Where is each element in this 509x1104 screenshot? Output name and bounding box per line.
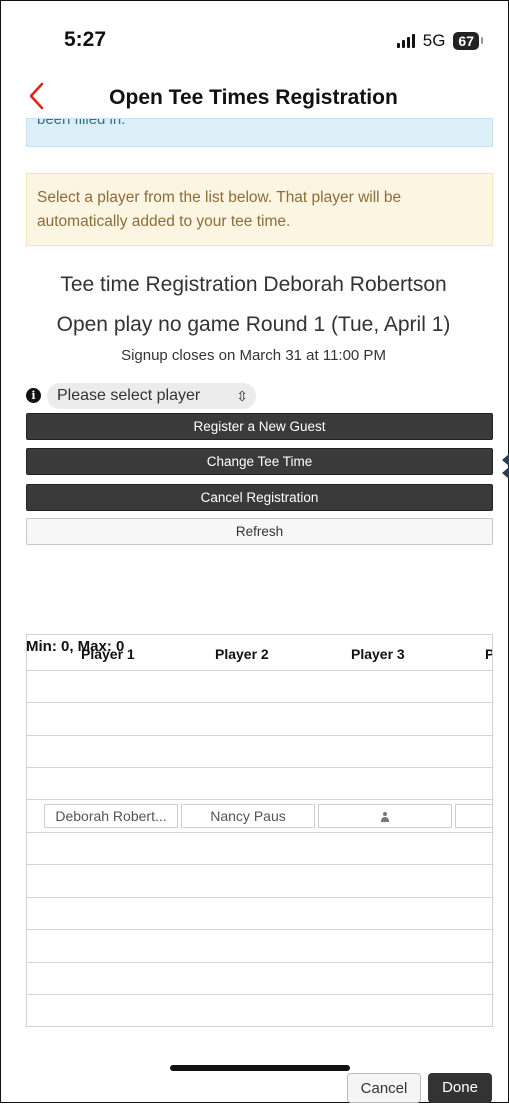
info-icon[interactable]: i: [26, 388, 41, 403]
row-divider: [27, 994, 492, 995]
done-button[interactable]: Done: [428, 1073, 492, 1103]
page-title: Open Tee Times Registration: [109, 86, 398, 109]
row-divider: [27, 767, 492, 768]
row-divider: [27, 735, 492, 736]
updown-chevron-icon: ⇳: [236, 388, 248, 404]
signal-icon: [396, 34, 415, 48]
round-title: Open play no game Round 1 (Tue, April 1): [56, 313, 451, 336]
signup-deadline: Signup closes on March 31 at 11:00 PM: [121, 347, 386, 364]
change-tee-time-button[interactable]: Change Tee Time: [26, 448, 493, 475]
battery-icon: 67: [453, 32, 483, 50]
cancel-button[interactable]: Cancel: [347, 1073, 421, 1103]
row-divider: [27, 864, 492, 865]
player-4-cell[interactable]: [455, 804, 492, 828]
nav-bar: Open Tee Times Registration: [0, 78, 507, 118]
header-player-4: P: [485, 646, 492, 662]
scroll-arrow-icon: [502, 454, 509, 466]
header-player-3: Player 3: [351, 646, 405, 662]
scroll-arrow-icon: [502, 467, 509, 479]
row-divider: [27, 702, 492, 703]
row-divider: [27, 897, 492, 898]
players-table: Player 1 Player 2 Player 3 P Deborah Rob…: [26, 634, 493, 1027]
player-2-cell[interactable]: Nancy Paus: [181, 804, 315, 828]
row-divider: [27, 832, 492, 833]
info-banner: been filled in.: [26, 118, 493, 147]
player-3-cell[interactable]: [318, 804, 452, 828]
header-player-1: Player 1: [81, 646, 135, 662]
network-label: 5G: [422, 31, 446, 50]
row-divider: [27, 962, 492, 963]
header-player-2: Player 2: [215, 646, 269, 662]
instruction-banner: Select a player from the list below. Tha…: [26, 173, 493, 246]
person-icon: [380, 812, 390, 823]
cancel-registration-button[interactable]: Cancel Registration: [26, 484, 493, 511]
player-select[interactable]: Please select player ⇳: [47, 383, 256, 409]
home-indicator: [170, 1065, 350, 1071]
refresh-button[interactable]: Refresh: [26, 518, 493, 545]
register-guest-button[interactable]: Register a New Guest: [26, 413, 493, 440]
registration-title: Tee time Registration Deborah Robertson: [60, 273, 447, 296]
info-banner-text: been filled in.: [37, 118, 126, 128]
row-divider: [27, 929, 492, 930]
status-time: 5:27: [64, 28, 107, 51]
player-select-value: Please select player: [57, 387, 201, 404]
player-1-cell[interactable]: Deborah Robert...: [44, 804, 178, 828]
row-divider: [27, 799, 492, 800]
status-indicators: 5G 67: [396, 31, 483, 51]
table-header: Player 1 Player 2 Player 3 P: [27, 635, 492, 671]
